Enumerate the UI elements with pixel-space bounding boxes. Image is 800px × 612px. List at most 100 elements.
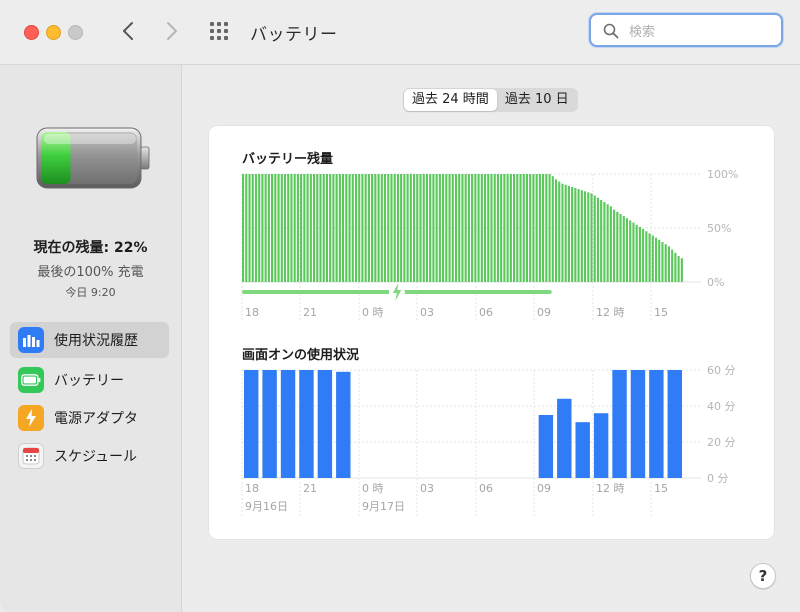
battery-bar bbox=[280, 174, 283, 282]
battery-bar bbox=[445, 174, 448, 282]
battery-bar bbox=[383, 174, 387, 282]
sidebar-item-label: 電源アダプタ bbox=[54, 411, 138, 427]
zoom-window-button[interactable] bbox=[68, 25, 83, 40]
battery-bar bbox=[312, 174, 316, 282]
x-tick-label: 06 bbox=[479, 306, 493, 319]
y-tick-label: 50% bbox=[707, 222, 731, 235]
battery-bar bbox=[348, 174, 351, 282]
battery-bar bbox=[619, 213, 622, 282]
battery-bar bbox=[480, 174, 483, 282]
screen-usage-bar bbox=[538, 415, 554, 478]
sidebar-item-power-adapter[interactable]: 電源アダプタ bbox=[10, 400, 169, 436]
battery-bar bbox=[603, 202, 606, 282]
battery-bar bbox=[622, 216, 625, 282]
battery-icon bbox=[18, 367, 44, 393]
x-tick-label: 12 時 bbox=[596, 306, 625, 319]
battery-bar bbox=[542, 174, 545, 282]
x-tick-label: 18 bbox=[245, 306, 259, 319]
bolt-icon bbox=[18, 405, 44, 431]
screen-usage-bar bbox=[280, 370, 296, 478]
battery-bar bbox=[632, 222, 635, 282]
battery-bar bbox=[267, 174, 270, 282]
sidebar-item-label: 使用状況履歴 bbox=[54, 333, 138, 349]
y-tick-label: 0% bbox=[707, 276, 724, 289]
battery-bar bbox=[432, 174, 435, 282]
sidebar-item-schedule[interactable]: スケジュール bbox=[10, 438, 169, 474]
battery-bar bbox=[390, 174, 393, 282]
battery-bar bbox=[293, 174, 296, 282]
x-tick-label: 15 bbox=[654, 482, 668, 495]
sidebar-item-usage-history[interactable]: 使用状況履歴 bbox=[10, 322, 169, 358]
battery-bar bbox=[587, 192, 590, 282]
show-all-button[interactable] bbox=[208, 20, 234, 44]
battery-bar bbox=[593, 195, 596, 282]
battery-bar bbox=[374, 174, 377, 282]
battery-bar bbox=[677, 256, 680, 282]
date-label: 9月16日 bbox=[245, 500, 288, 513]
battery-bar bbox=[416, 174, 419, 282]
battery-bar bbox=[409, 174, 412, 282]
battery-bar bbox=[429, 174, 432, 282]
search-input[interactable] bbox=[627, 21, 771, 43]
battery-bar bbox=[458, 174, 461, 282]
battery-bar bbox=[367, 174, 370, 282]
battery-bar bbox=[319, 174, 322, 282]
back-button[interactable] bbox=[116, 18, 140, 44]
battery-bar bbox=[529, 174, 532, 282]
battery-bar bbox=[545, 174, 548, 282]
minimize-window-button[interactable] bbox=[46, 25, 61, 40]
battery-bar bbox=[387, 174, 390, 282]
x-tick-label: 09 bbox=[537, 482, 551, 495]
screen-usage-bar bbox=[317, 370, 333, 478]
screen-usage-bar bbox=[336, 371, 351, 478]
battery-bar bbox=[277, 174, 280, 282]
segment-last-10-days[interactable]: 過去 10 日 bbox=[497, 89, 577, 111]
battery-bar bbox=[613, 209, 616, 282]
battery-bar bbox=[490, 174, 493, 282]
battery-bar bbox=[500, 174, 503, 282]
battery-bar bbox=[274, 174, 277, 282]
battery-bar bbox=[558, 181, 561, 282]
help-button[interactable]: ? bbox=[750, 563, 776, 589]
battery-bar bbox=[287, 174, 290, 282]
screen-usage-bar bbox=[612, 370, 627, 478]
battery-bar bbox=[680, 258, 683, 282]
x-tick-label: 21 bbox=[303, 306, 317, 319]
preferences-window: バッテリー 現在の残量: 22% bbox=[0, 0, 800, 612]
battery-bar bbox=[400, 174, 403, 282]
y-tick-label: 100% bbox=[707, 168, 738, 181]
battery-bar bbox=[554, 179, 558, 282]
battery-bar bbox=[516, 174, 519, 282]
battery-bar bbox=[616, 211, 619, 282]
close-window-button[interactable] bbox=[24, 25, 39, 40]
screen-usage-bar bbox=[630, 370, 646, 478]
battery-bar bbox=[651, 235, 654, 282]
battery-bar bbox=[506, 174, 509, 282]
segment-last-24-hours[interactable]: 過去 24 時間 bbox=[404, 89, 497, 111]
battery-level-icon bbox=[36, 127, 150, 189]
battery-bar bbox=[242, 174, 245, 282]
battery-bar bbox=[483, 174, 487, 282]
battery-bar bbox=[377, 174, 380, 282]
x-tick-label: 12 時 bbox=[596, 482, 625, 495]
search-field[interactable] bbox=[589, 13, 783, 47]
battery-bar bbox=[425, 174, 429, 282]
battery-bar bbox=[322, 174, 325, 282]
current-charge-text: 現在の残量: 22% bbox=[33, 240, 148, 256]
battery-bar bbox=[371, 174, 374, 282]
forward-button[interactable] bbox=[160, 18, 184, 44]
screen-usage-bar bbox=[649, 370, 664, 478]
battery-bar bbox=[251, 174, 254, 282]
x-tick-label: 03 bbox=[420, 306, 434, 319]
battery-bar bbox=[442, 174, 445, 282]
sidebar-item-battery[interactable]: バッテリー bbox=[10, 362, 169, 398]
battery-bar bbox=[503, 174, 506, 282]
battery-bar bbox=[461, 174, 464, 282]
battery-bar bbox=[261, 174, 264, 282]
battery-bar bbox=[403, 174, 406, 282]
battery-level-chart: 100% 50% 0% 18 21 0 時 03 06 09 12 時 15 bbox=[241, 168, 738, 322]
battery-bar bbox=[654, 237, 658, 282]
battery-bar bbox=[487, 174, 490, 282]
x-tick-label: 15 bbox=[654, 306, 668, 319]
title-bar: バッテリー bbox=[0, 0, 800, 65]
